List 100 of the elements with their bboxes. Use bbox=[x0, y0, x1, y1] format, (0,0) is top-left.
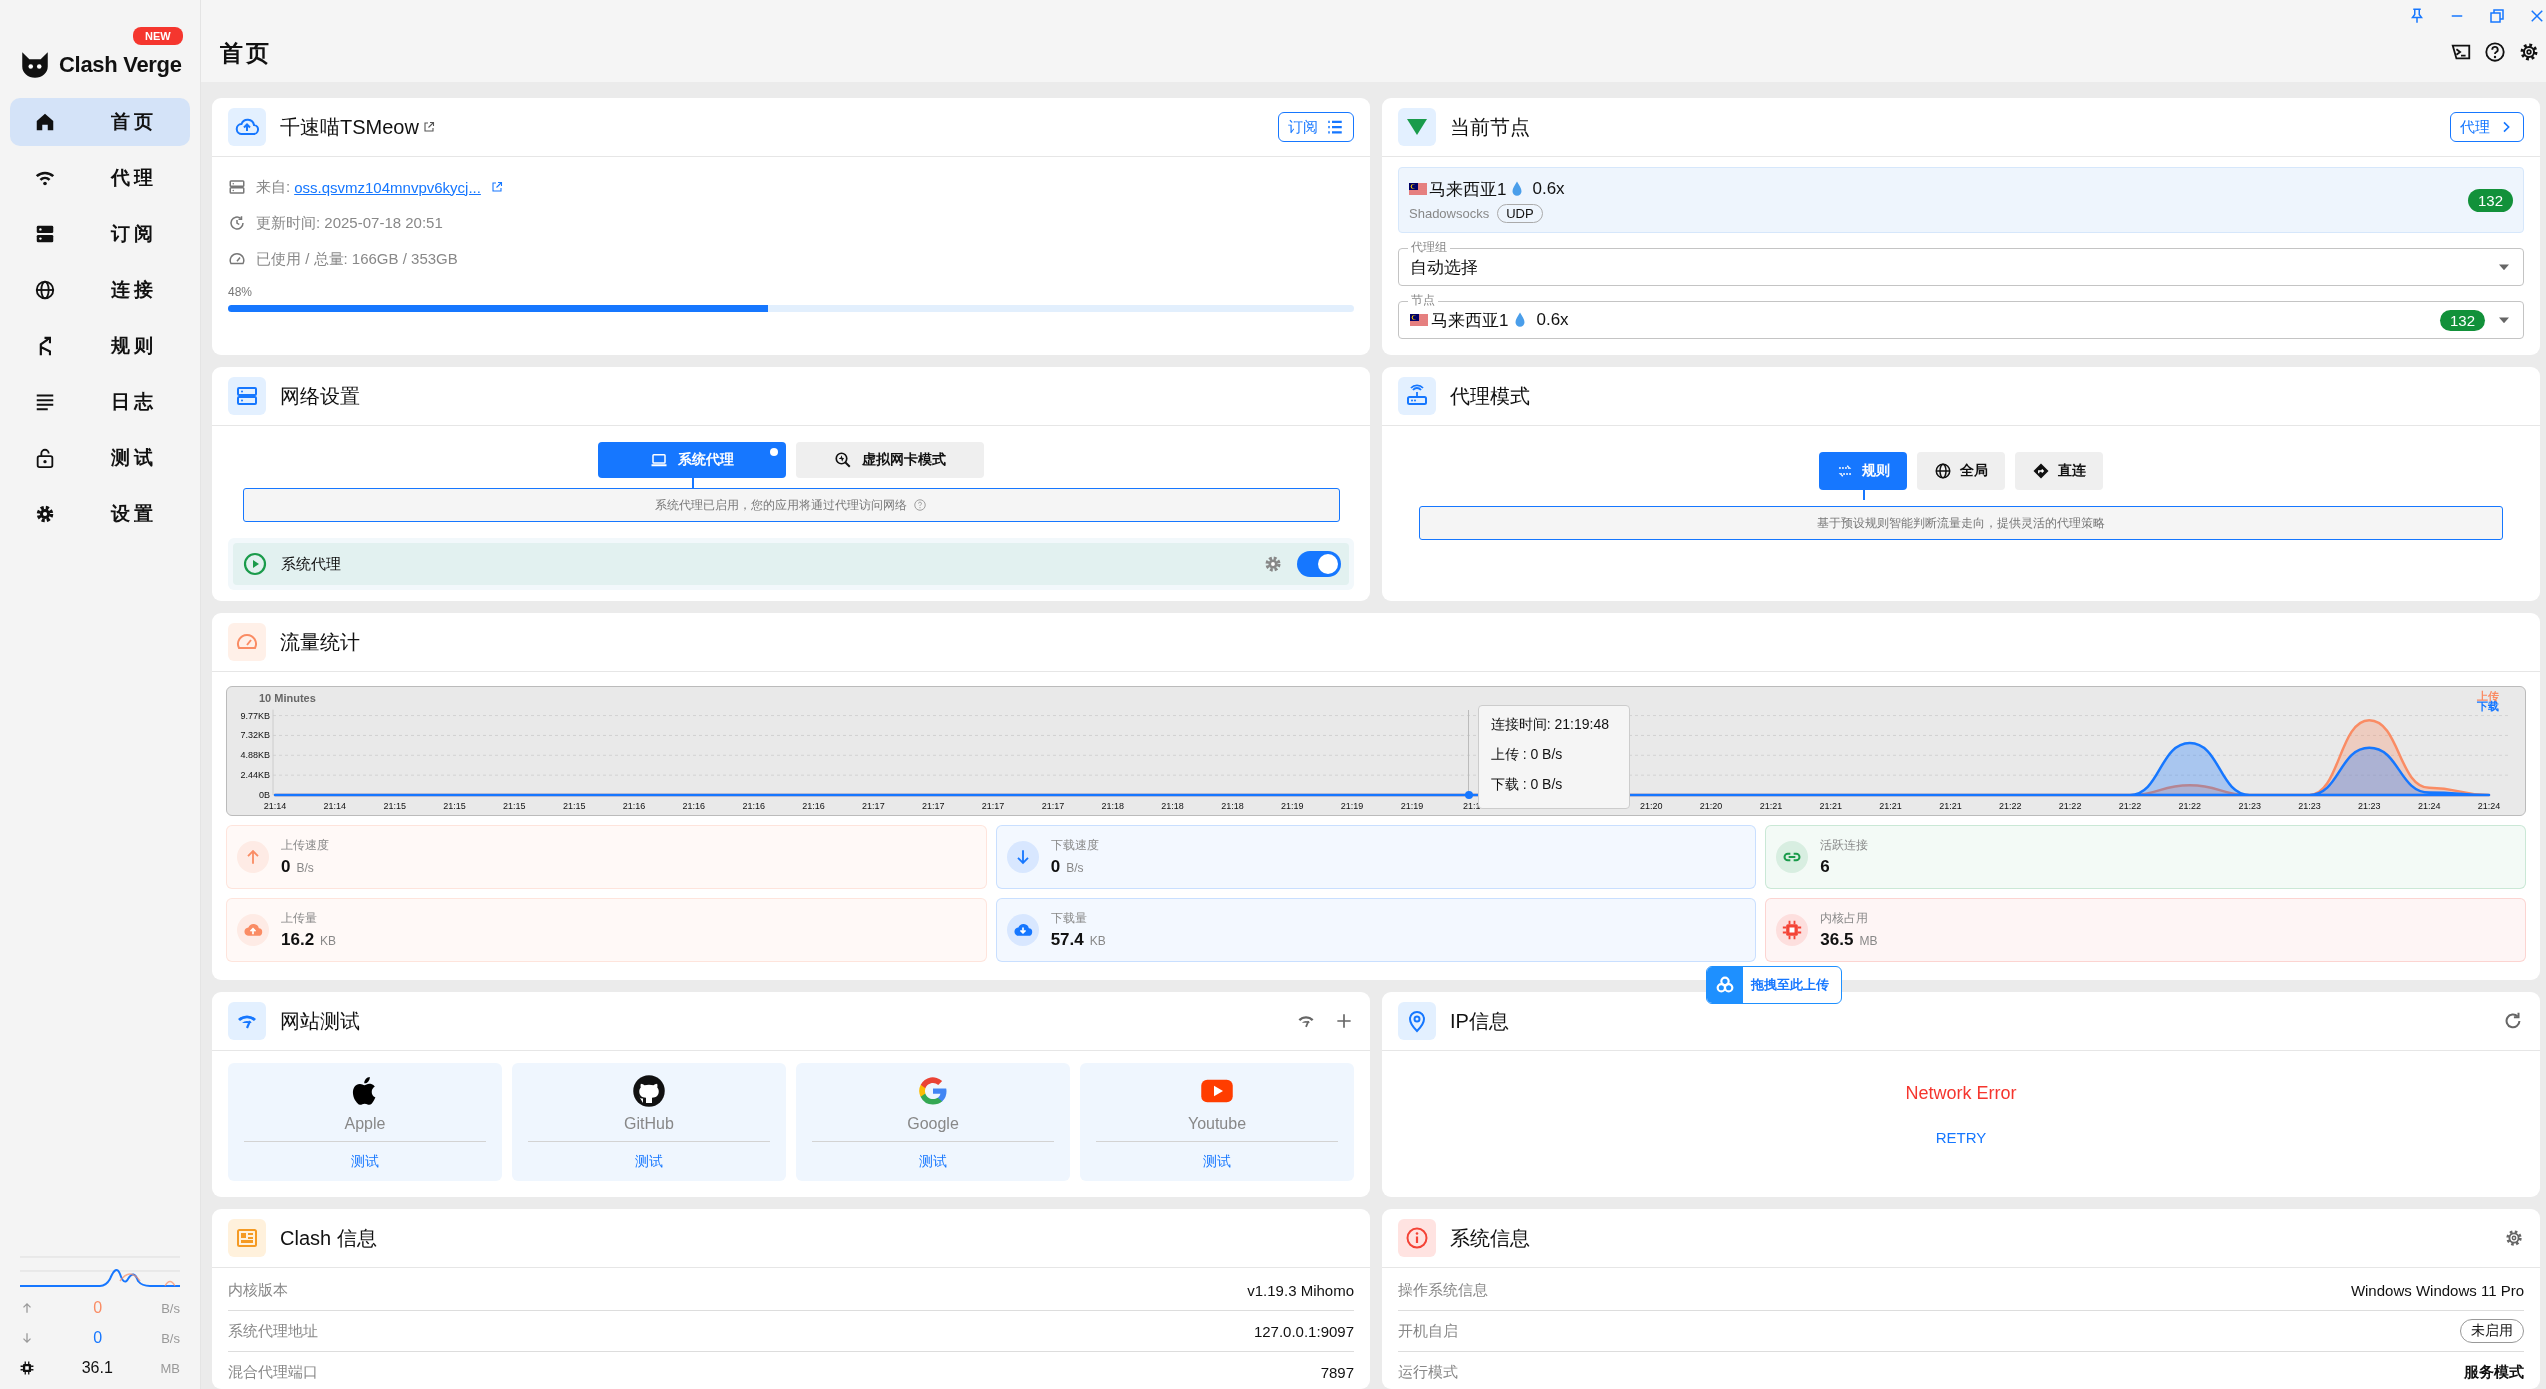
protocol-label: Shadowsocks bbox=[1409, 205, 1490, 221]
card-title: 代理模式 bbox=[1450, 383, 1530, 409]
server-icon bbox=[228, 178, 246, 196]
restore-icon[interactable] bbox=[2488, 7, 2506, 25]
stat-value: 36.5 bbox=[1820, 930, 1854, 950]
x-axis-label: 21:16 bbox=[682, 801, 706, 811]
site-name: Google bbox=[907, 1115, 959, 1133]
node-name: 马来西亚1 bbox=[1429, 178, 1507, 201]
stat-label: 下载速度 bbox=[1050, 837, 1099, 854]
card-title: 千速喵TSMeow bbox=[280, 114, 419, 140]
nav-item[interactable]: 设置 bbox=[10, 490, 190, 538]
nav-item[interactable]: 连接 bbox=[10, 266, 190, 314]
test-button[interactable]: 测试 bbox=[913, 1152, 953, 1172]
stat-label: 内核占用 bbox=[1820, 910, 1870, 927]
stat-value: 57.4 bbox=[1050, 930, 1084, 950]
nav-item[interactable]: 日志 bbox=[10, 378, 190, 426]
node-select[interactable]: 节点 马来西亚1 0.6x 132 bbox=[1398, 292, 2524, 339]
nav-item[interactable]: 测试 bbox=[10, 434, 190, 482]
proxies-button[interactable]: 代理 bbox=[2450, 112, 2524, 142]
usage-text: 已使用 / 总量: 166GB / 353GB bbox=[256, 249, 458, 269]
board-icon bbox=[228, 1219, 266, 1257]
x-axis-label: 21:16 bbox=[802, 801, 825, 811]
page-title: 首页 bbox=[220, 39, 272, 68]
card-title: Clash 信息 bbox=[280, 1225, 377, 1251]
nav-item[interactable]: 首页 bbox=[10, 98, 190, 146]
delay-badge: 132 bbox=[2439, 309, 2485, 331]
upload-drop-badge[interactable]: 拖拽至此上传 bbox=[1706, 966, 1842, 1004]
select-value: 马来西亚1 bbox=[1431, 309, 1509, 332]
test-button[interactable]: 测试 bbox=[1197, 1152, 1237, 1172]
tooltip-text: 上传 : 0 B/s bbox=[1490, 746, 1564, 764]
proxy-group-select[interactable]: 代理组 自动选择 bbox=[1398, 239, 2524, 286]
info-value: Windows Windows 11 Pro bbox=[2350, 1281, 2524, 1299]
x-axis-label: 21:21 bbox=[1879, 801, 1902, 811]
x-axis-label: 21:22 bbox=[1999, 801, 2022, 811]
info-label: 系统代理地址 bbox=[228, 1321, 318, 1341]
stat-label: 上传速度 bbox=[281, 837, 329, 854]
x-axis-label: 21:23 bbox=[2298, 801, 2321, 811]
stat-value: 0 bbox=[281, 857, 291, 877]
server-icon bbox=[34, 223, 56, 245]
info-label: 操作系统信息 bbox=[1398, 1280, 1488, 1300]
card-title: 网络设置 bbox=[280, 383, 360, 409]
fork-icon bbox=[38, 335, 52, 357]
test-button[interactable]: 测试 bbox=[345, 1152, 385, 1172]
lock-icon bbox=[34, 447, 56, 469]
info-label: 混合代理端口 bbox=[228, 1362, 318, 1382]
retry-button[interactable]: RETRY bbox=[1929, 1128, 1993, 1147]
traffic-unit: MB bbox=[160, 1360, 180, 1376]
toggle-switch[interactable] bbox=[1297, 551, 1341, 577]
hover-dot bbox=[1464, 791, 1473, 799]
info-label: 内核版本 bbox=[228, 1280, 288, 1300]
add-icon[interactable] bbox=[1334, 1011, 1354, 1031]
stat-label: 上传量 bbox=[281, 910, 318, 927]
x-axis-label: 21:21 bbox=[1819, 801, 1843, 811]
x-axis-label: 21:19 bbox=[1281, 801, 1304, 811]
laptop-icon bbox=[650, 451, 668, 469]
y-axis-label: 0B bbox=[259, 790, 270, 800]
x-axis-label: 21:18 bbox=[1101, 801, 1124, 811]
legend-label: 上传 bbox=[2477, 690, 2499, 702]
traffic-unit: B/s bbox=[161, 1300, 180, 1316]
globe-icon bbox=[34, 279, 56, 301]
stat-unit: KB bbox=[320, 934, 337, 948]
info-value: 127.0.0.1:9097 bbox=[1253, 1322, 1354, 1340]
mode-tab[interactable]: 虚拟网卡模式 bbox=[796, 442, 984, 478]
node-rate: 0.6x bbox=[1536, 310, 1569, 330]
external-link-icon bbox=[490, 181, 503, 193]
malaysia-flag-icon bbox=[1409, 183, 1427, 195]
card-title: 网站测试 bbox=[280, 1008, 360, 1034]
nav-item[interactable]: 代理 bbox=[10, 154, 190, 202]
x-axis-label: 21:16 bbox=[742, 801, 765, 811]
mode-tab[interactable]: 全局 bbox=[1917, 452, 2005, 490]
stat-unit: B/s bbox=[1066, 861, 1084, 875]
x-axis-label: 21:15 bbox=[383, 801, 406, 811]
home-icon bbox=[34, 111, 56, 133]
source-link[interactable]: oss.qsvmz104mnvpv6kycj... bbox=[294, 178, 481, 196]
close-icon[interactable] bbox=[2528, 7, 2546, 25]
subscription-button[interactable]: 订阅 bbox=[1278, 112, 1354, 142]
traffic-value: 0 bbox=[92, 1299, 104, 1317]
x-axis-label: 21:15 bbox=[503, 801, 526, 811]
server-icon bbox=[228, 377, 266, 415]
description-box: 系统代理已启用，您的应用将通过代理访问网络 bbox=[242, 488, 1340, 522]
y-axis-label: 7.32KB bbox=[240, 730, 270, 741]
mode-tab[interactable]: 直连 bbox=[2015, 452, 2103, 490]
stat-value: 0 bbox=[1050, 857, 1061, 877]
history-icon bbox=[228, 214, 246, 232]
info-icon bbox=[1398, 1219, 1436, 1257]
x-axis-label: 21:19 bbox=[1340, 801, 1364, 811]
x-axis-label: 21:17 bbox=[862, 801, 885, 811]
stat-label: 活跃连接 bbox=[1820, 837, 1869, 854]
x-axis-label: 21:17 bbox=[981, 801, 1005, 811]
test-button[interactable]: 测试 bbox=[629, 1152, 669, 1172]
app-logo-text: Clash Verge bbox=[59, 52, 182, 78]
nav-item[interactable]: 订阅 bbox=[10, 210, 190, 258]
field-label: 节点 bbox=[1408, 292, 1438, 308]
new-badge: NEW bbox=[133, 27, 183, 45]
settings-icon bbox=[34, 503, 56, 525]
error-message: Network Error bbox=[1905, 1083, 2017, 1104]
select-value: 自动选择 bbox=[1410, 256, 1478, 279]
help-icon[interactable] bbox=[2484, 41, 2506, 63]
settings-icon[interactable] bbox=[2518, 41, 2540, 63]
nav-item[interactable]: 规则 bbox=[10, 322, 190, 370]
